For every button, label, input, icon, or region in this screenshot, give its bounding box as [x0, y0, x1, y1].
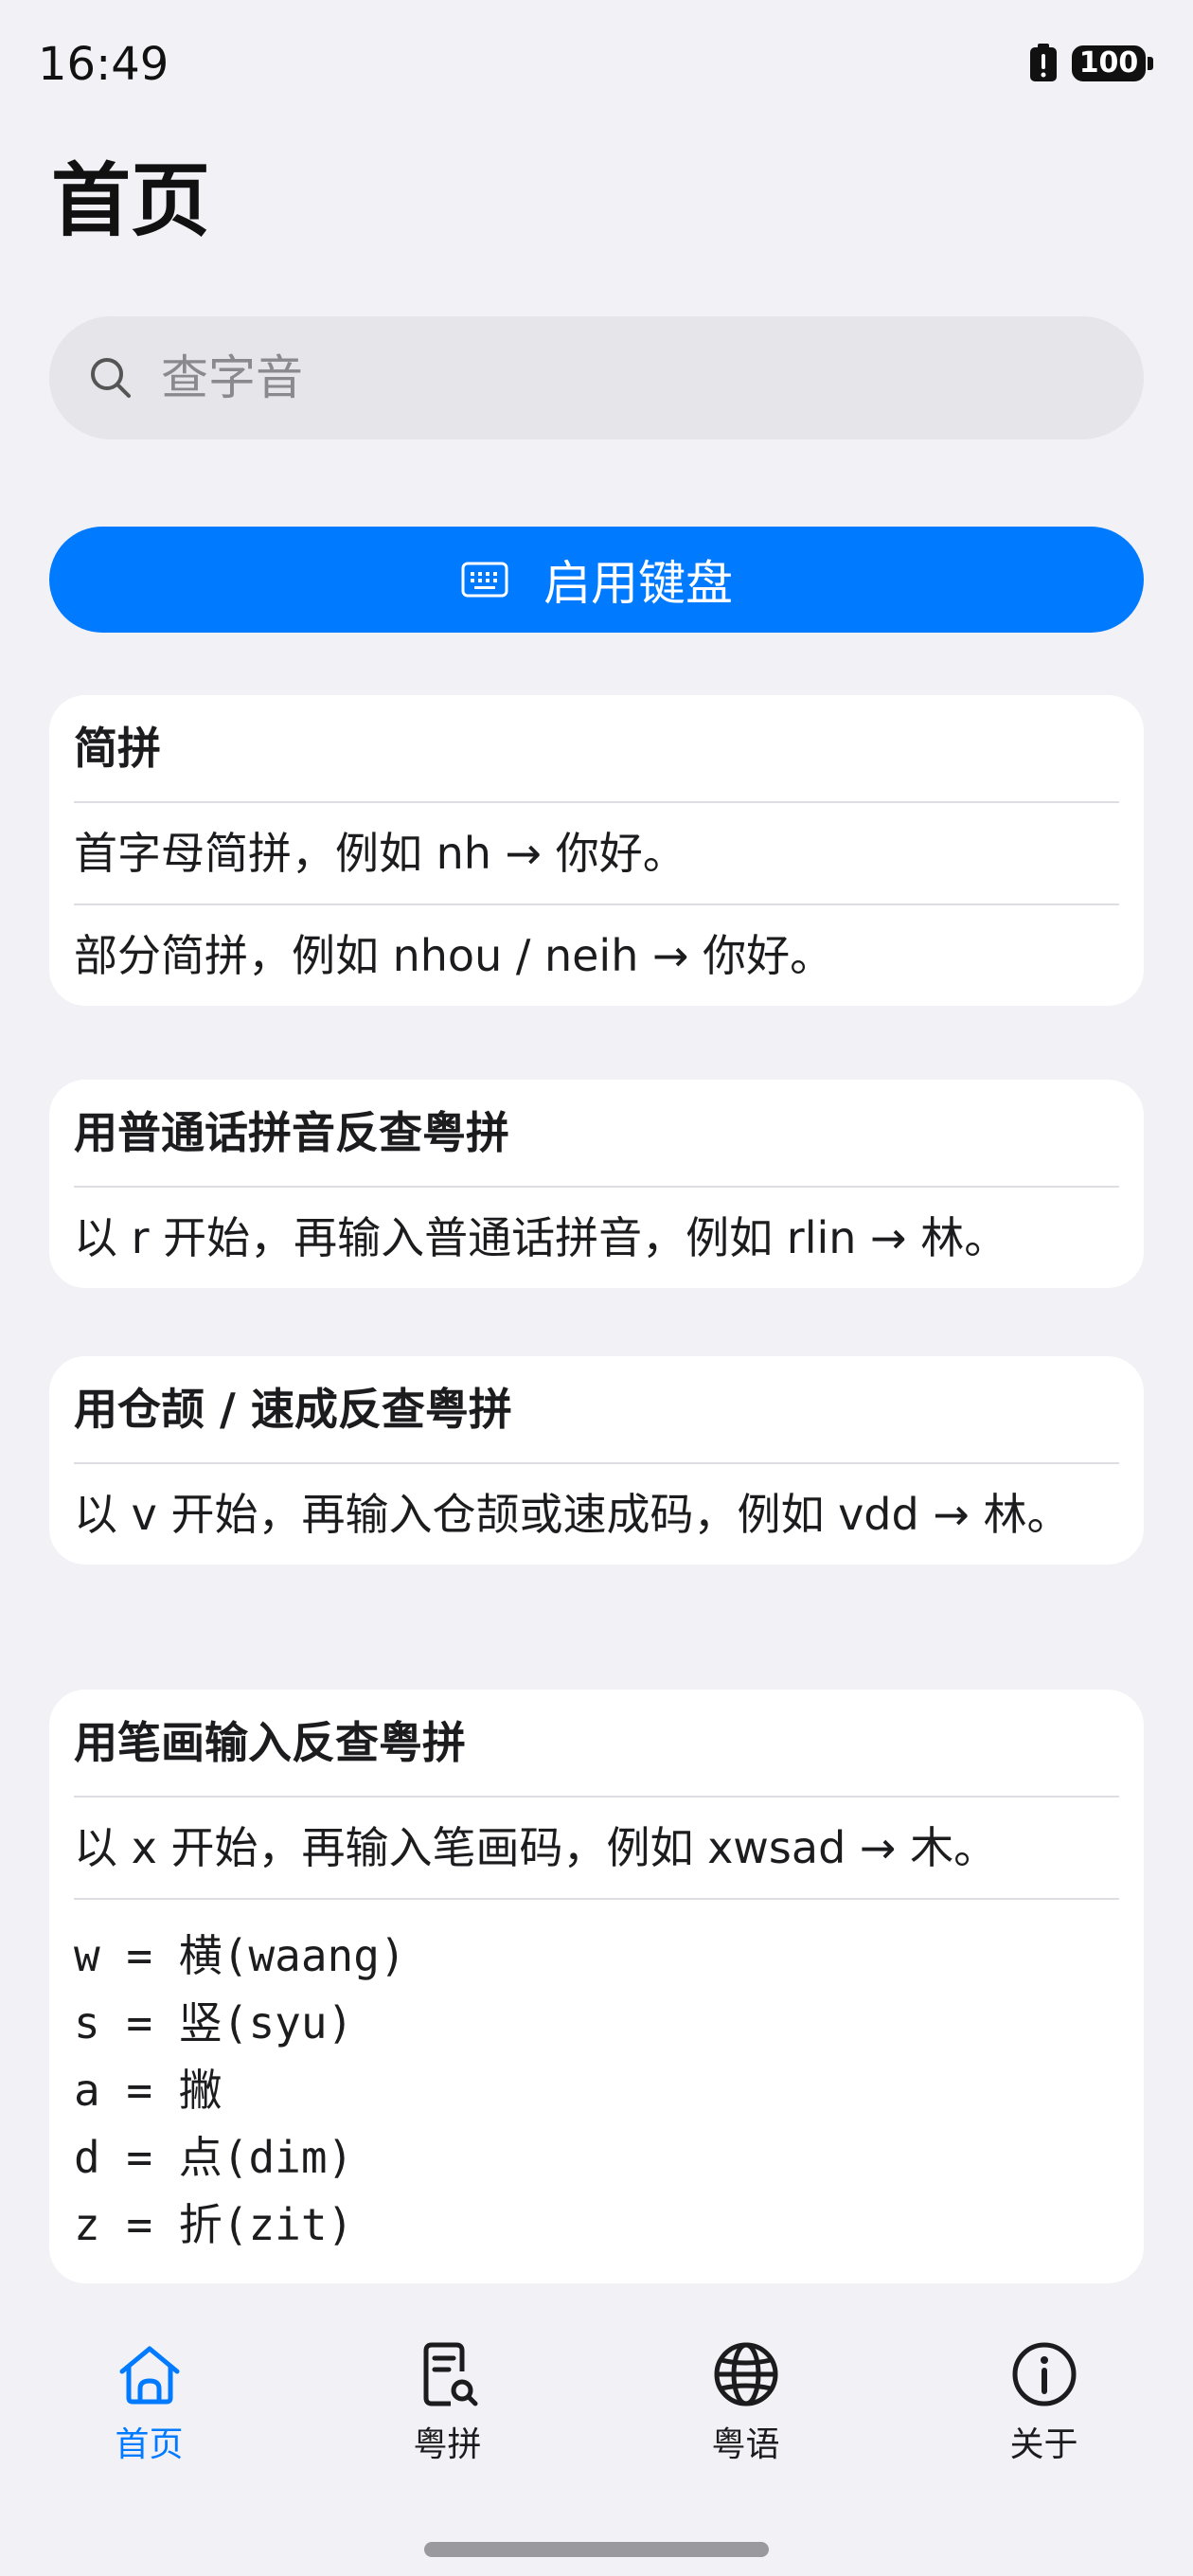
card-row: 以 v 开始，再输入仓颉或速成码，例如 vdd → 林。 [74, 1489, 1071, 1540]
status-bar: 16:49 100 [0, 0, 1193, 133]
stroke-code-line: a = 撇 [74, 2065, 223, 2116]
tab-cantonese[interactable]: 粤语 [596, 2311, 895, 2481]
status-time: 16:49 [38, 38, 169, 91]
battery-tip [1148, 57, 1153, 70]
tab-label: 关于 [1009, 2425, 1078, 2464]
enable-keyboard-label: 启用键盘 [543, 556, 733, 611]
card-row: 首字母简拼，例如 nh → 你好。 [74, 803, 1119, 905]
page-title: 首页 [51, 154, 211, 247]
home-icon [119, 2346, 179, 2405]
status-icons: 100 [1028, 44, 1153, 83]
battery-indicator: 100 [1072, 45, 1153, 81]
card-row: 以 r 开始，再输入普通话拼音，例如 rlin → 林。 [74, 1212, 1008, 1263]
tab-label: 粤语 [711, 2425, 780, 2464]
battery-alert-icon [1030, 44, 1057, 81]
card-abbreviated-pinyin: 简拼 首字母简拼，例如 nh → 你好。 部分简拼，例如 nhou / neih… [49, 695, 1144, 1006]
search-icon [91, 358, 131, 398]
stroke-code-line: z = 折(zit) [74, 2199, 354, 2250]
card-cangjie-lookup: 用仓颉 / 速成反查粤拼 以 v 开始，再输入仓颉或速成码，例如 vdd → 林… [49, 1356, 1144, 1565]
card-title: 用笔画输入反查粤拼 [74, 1690, 1119, 1798]
tab-home[interactable]: 首页 [0, 2311, 298, 2481]
enable-keyboard-button[interactable]: 启用键盘 [49, 527, 1144, 633]
search-bar[interactable] [49, 316, 1144, 439]
card-title: 简拼 [74, 695, 1119, 803]
info-icon [1012, 2342, 1076, 2406]
keyboard-icon [461, 562, 508, 598]
stroke-code-line: s = 竖(syu) [74, 1997, 354, 2048]
stroke-code-line: d = 点(dim) [74, 2132, 354, 2183]
tab-label: 粤拼 [413, 2425, 482, 2464]
card-row: 以 x 开始，再输入笔画码，例如 xwsad → 木。 [74, 1798, 1119, 1900]
bottom-tab-bar: 首页 粤拼 粤语 关于 [0, 2311, 1193, 2481]
card-mandarin-lookup: 用普通话拼音反查粤拼 以 r 开始，再输入普通话拼音，例如 rlin → 林。 [49, 1080, 1144, 1288]
home-indicator[interactable] [424, 2542, 769, 2557]
battery-level: 100 [1072, 45, 1146, 81]
globe-icon [714, 2342, 777, 2406]
tab-about[interactable]: 关于 [895, 2311, 1193, 2481]
card-title: 用普通话拼音反查粤拼 [74, 1080, 1119, 1188]
stroke-code-line: w = 横(waang) [74, 1930, 406, 1981]
card-stroke-lookup: 用笔画输入反查粤拼 以 x 开始，再输入笔画码，例如 xwsad → 木。 w … [49, 1690, 1144, 2283]
tab-jyutping[interactable]: 粤拼 [298, 2311, 596, 2481]
card-title: 用仓颉 / 速成反查粤拼 [74, 1356, 1119, 1464]
card-row: 部分简拼，例如 nhou / neih → 你好。 [74, 930, 834, 981]
stroke-code-list: w = 横(waang) s = 竖(syu) a = 撇 d = 点(dim)… [74, 1900, 1119, 2283]
tab-label: 首页 [115, 2425, 184, 2464]
search-input[interactable] [159, 349, 1110, 406]
document-search-icon [423, 2342, 477, 2406]
